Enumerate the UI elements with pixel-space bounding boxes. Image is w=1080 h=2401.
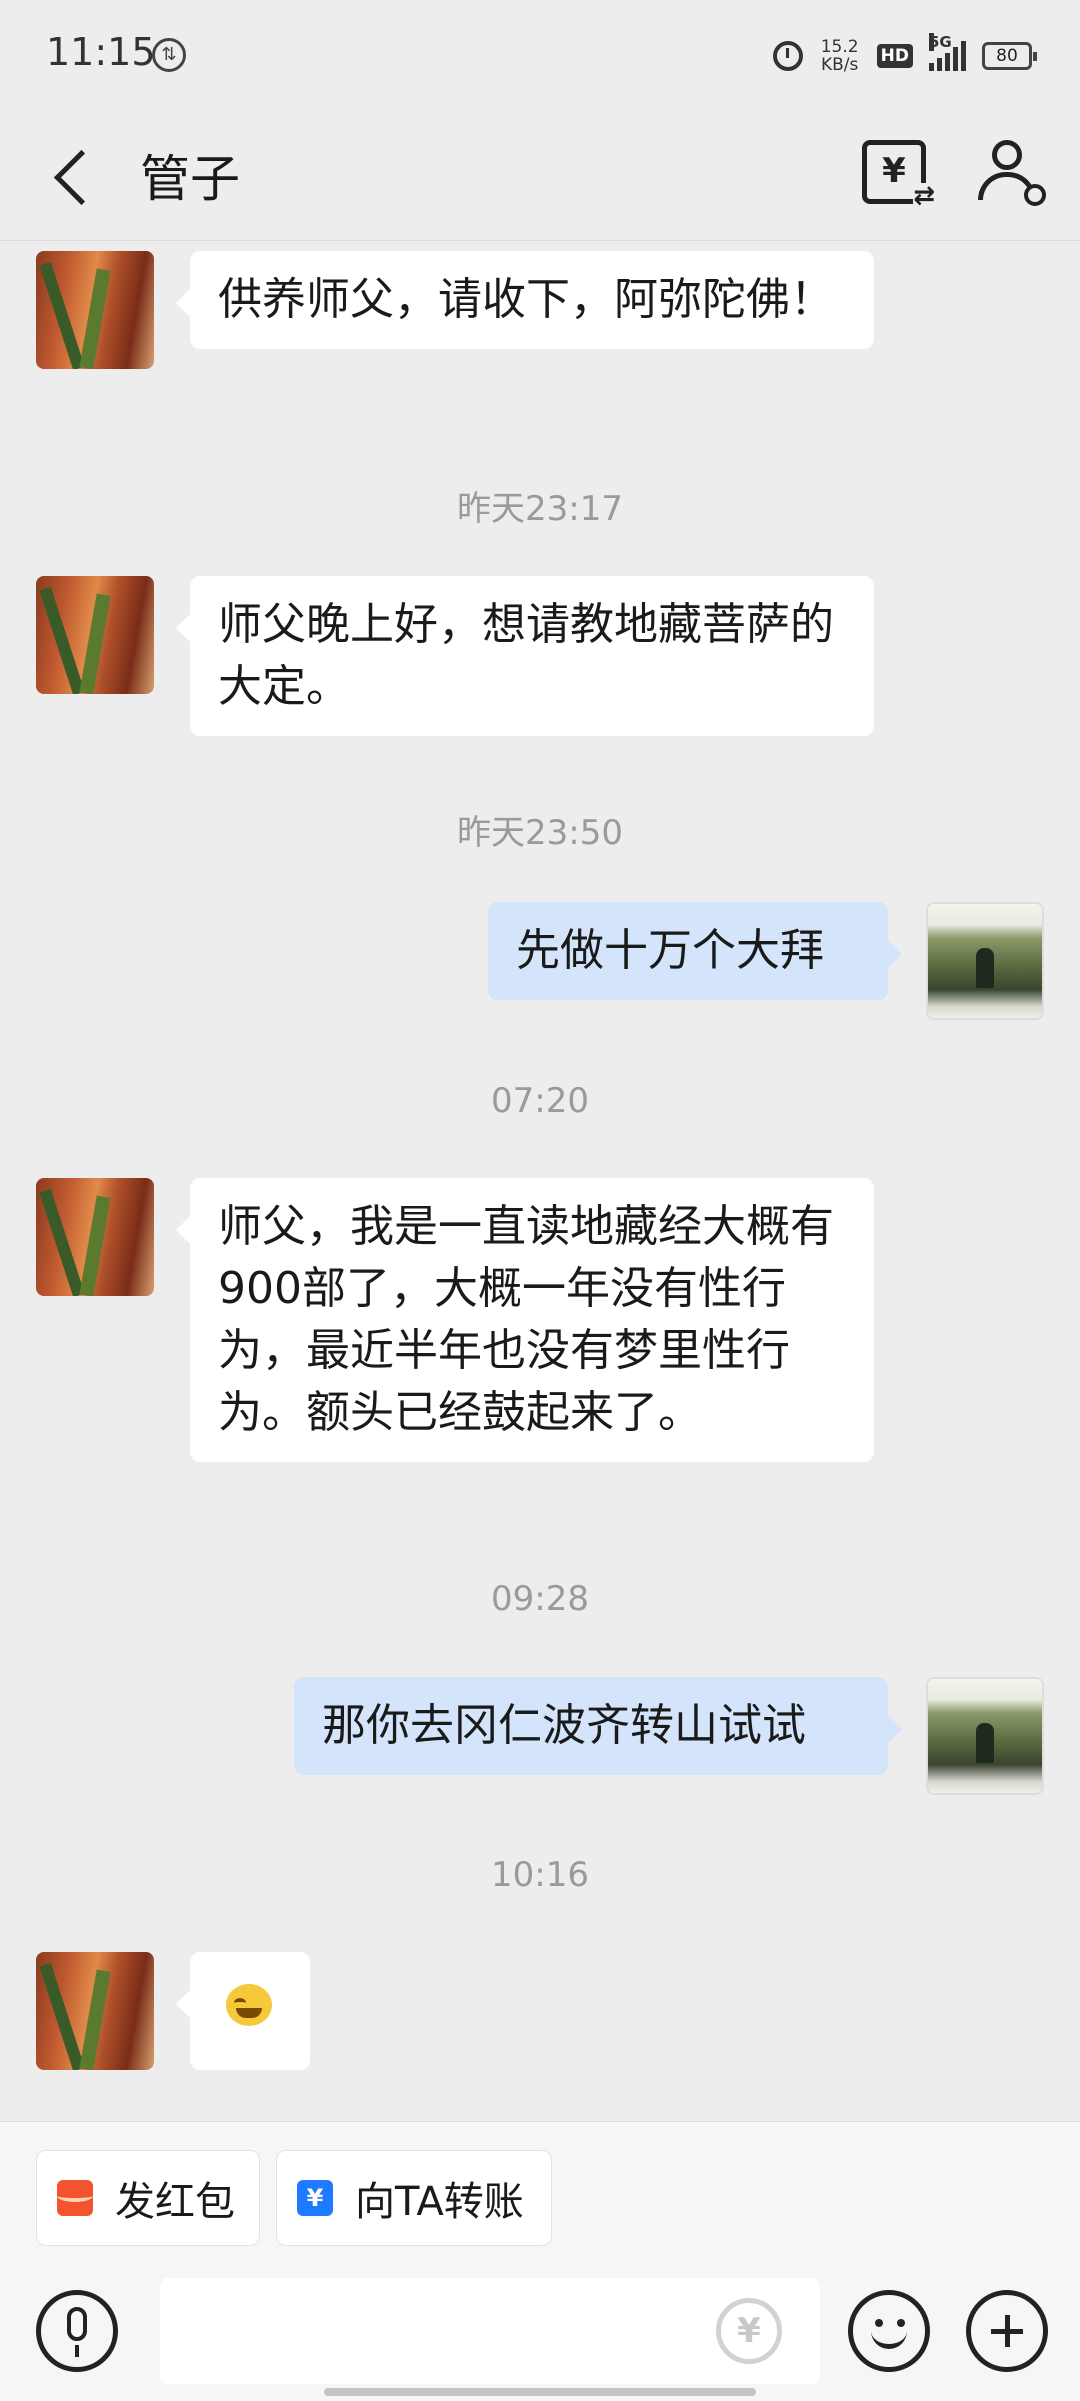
contact-avatar[interactable]	[36, 251, 154, 369]
profile-settings-icon[interactable]	[978, 140, 1046, 206]
message-timestamp: 昨天23:50	[457, 813, 623, 853]
back-button[interactable]	[48, 144, 108, 214]
home-indicator[interactable]	[324, 2388, 756, 2396]
chat-header: 管子 ¥	[0, 118, 1080, 241]
red-packet-label: 发红包	[115, 2179, 235, 2225]
voice-input-button[interactable]	[36, 2290, 118, 2372]
contact-avatar[interactable]	[36, 1178, 154, 1296]
network-speed-unit: KB/s	[820, 55, 859, 75]
transfer-icon: ¥	[297, 2180, 333, 2216]
signal-icon: 5G	[929, 33, 966, 71]
contact-avatar[interactable]	[36, 576, 154, 694]
network-speed-value: 15.2	[820, 37, 859, 57]
outgoing-message-bubble[interactable]: 那你去冈仁波齐转山试试	[294, 1677, 902, 1775]
red-packet-icon	[57, 2180, 93, 2216]
hd-badge: HD	[876, 44, 913, 68]
message-timestamp: 07:20	[491, 1081, 589, 1121]
alarm-icon	[772, 41, 803, 71]
incoming-message-bubble[interactable]: 供养师父，请收下，阿弥陀佛！	[176, 251, 874, 349]
incoming-message-bubble[interactable]: 师父，我是一直读地藏经大概有900部了，大概一年没有性行为，最近半年也没有梦里性…	[176, 1178, 874, 1462]
transfer-label: 向TA转账	[355, 2179, 524, 2225]
network-type-label: 5G	[929, 33, 952, 51]
my-avatar[interactable]	[926, 1677, 1044, 1795]
outgoing-message-bubble[interactable]: 先做十万个大拜	[488, 902, 902, 1000]
message-list[interactable]: 供养师父，请收下，阿弥陀佛！ 昨天23:17 师父晚上好，想请教地藏菩萨的大定。…	[0, 241, 1080, 2121]
message-timestamp: 09:28	[491, 1579, 589, 1619]
my-avatar[interactable]	[926, 902, 1044, 1020]
data-saver-icon: ⇅	[152, 38, 186, 72]
chat-title: 管子	[140, 150, 240, 208]
status-bar: 11:15 ⇅ 15.2 KB/s HD 5G 80	[0, 0, 1080, 118]
more-options-button[interactable]	[966, 2290, 1048, 2372]
incoming-emoji-bubble[interactable]	[176, 1952, 310, 2070]
transfer-money-icon[interactable]: ¥	[862, 140, 935, 209]
message-timestamp: 10:16	[491, 1855, 589, 1895]
red-packet-button[interactable]: 发红包	[36, 2150, 260, 2246]
laughing-emoji-icon	[226, 1984, 272, 2026]
battery-icon: 80	[982, 42, 1037, 70]
yuan-icon[interactable]: ¥	[716, 2298, 782, 2364]
network-speed: 15.2 KB/s	[819, 38, 861, 74]
contact-avatar[interactable]	[36, 1952, 154, 2070]
status-indicators: 15.2 KB/s HD 5G 80	[772, 33, 1037, 76]
status-time: 11:15	[46, 30, 156, 74]
input-panel: 发红包 ¥ 向TA转账 ¥	[0, 2121, 1080, 2401]
incoming-message-bubble[interactable]: 师父晚上好，想请教地藏菩萨的大定。	[176, 576, 874, 736]
emoji-button[interactable]	[848, 2290, 930, 2372]
message-timestamp: 昨天23:17	[457, 489, 623, 529]
transfer-button[interactable]: ¥ 向TA转账	[276, 2150, 552, 2246]
